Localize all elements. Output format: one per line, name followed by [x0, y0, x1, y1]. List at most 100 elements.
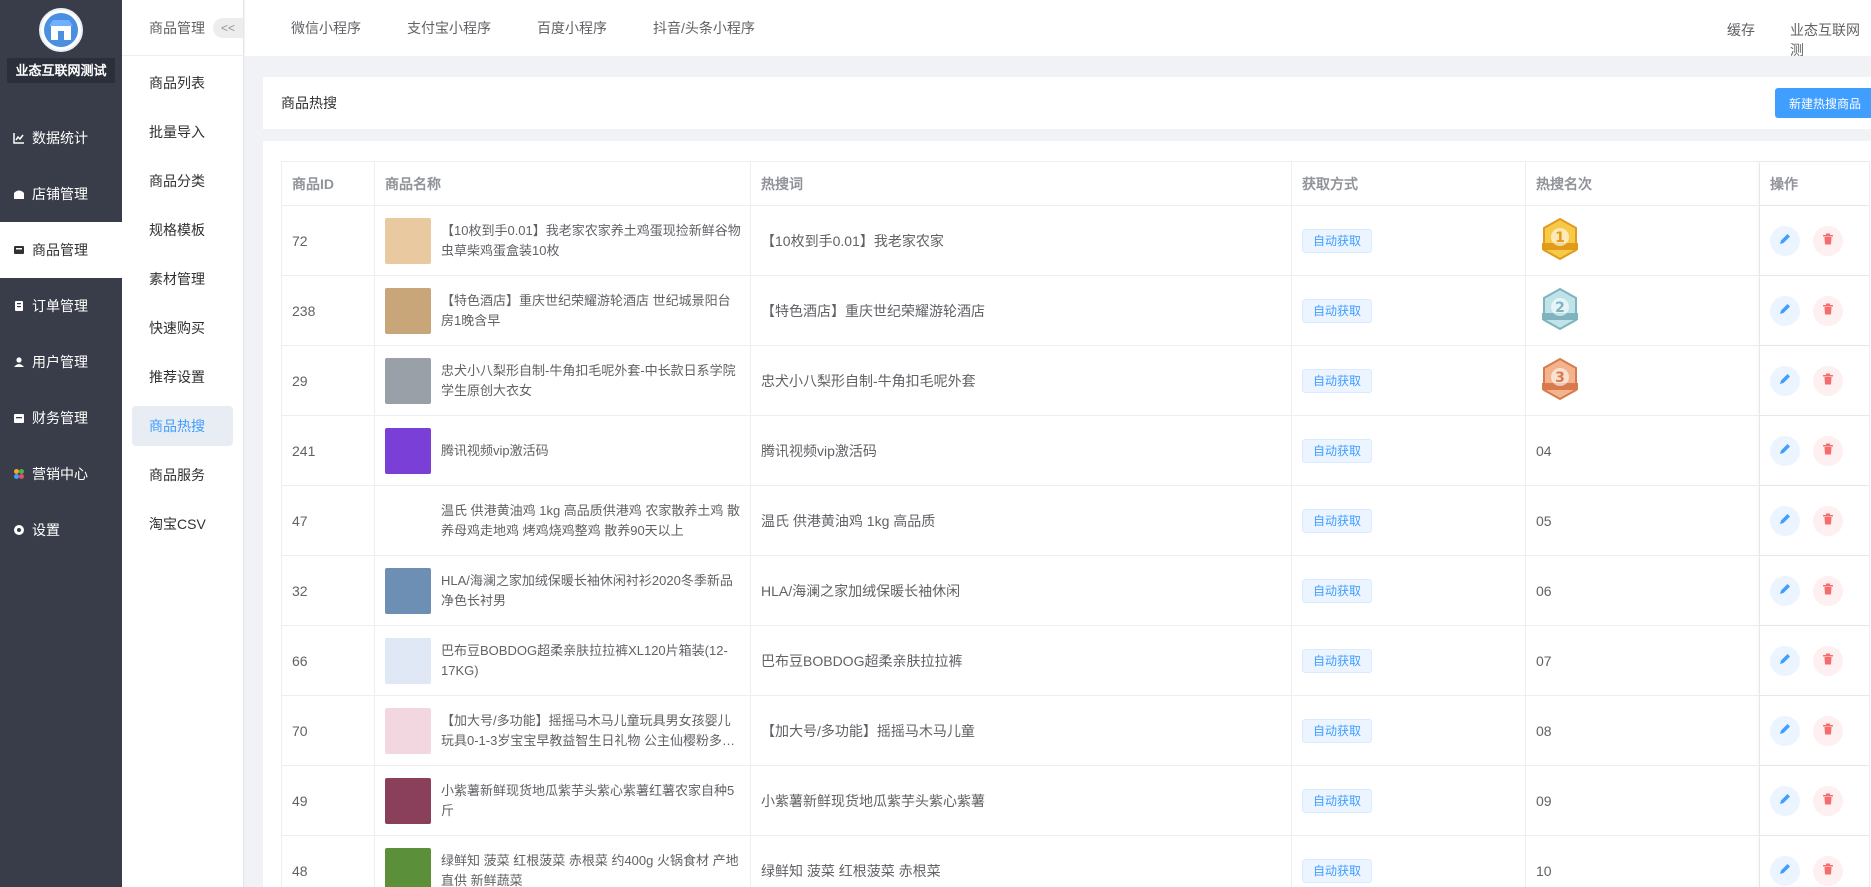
goods-id: 72 [282, 206, 375, 275]
pencil-icon [1778, 652, 1792, 669]
sidebar-item-label: 订单管理 [32, 298, 88, 314]
edit-button[interactable] [1770, 575, 1800, 606]
rank-cell: 1 [1526, 206, 1760, 275]
delete-button[interactable] [1813, 435, 1843, 466]
top-tab-3[interactable]: 抖音/头条小程序 [653, 18, 755, 38]
goods-name-cell: HLA/海澜之家加绒保暖长袖休闲衬衫2020冬季新品净色长衬男 [375, 556, 751, 625]
top-tab-2[interactable]: 百度小程序 [537, 18, 607, 38]
sidebar-item-3[interactable]: 订单管理 [0, 278, 122, 334]
rank-cell: 2 [1526, 276, 1760, 345]
goods-thumbnail [385, 707, 431, 754]
edit-button[interactable] [1770, 225, 1800, 256]
sidebar-item-1[interactable]: 店铺管理 [0, 166, 122, 222]
rank-cell: 09 [1526, 766, 1760, 835]
method-tag: 自动获取 [1302, 508, 1373, 533]
hot-keyword: 【特色酒店】重庆世纪荣耀游轮酒店 [751, 276, 1292, 345]
goods-id: 48 [282, 836, 375, 887]
chart-icon [12, 132, 26, 144]
table-row: 49 小紫薯新鲜现货地瓜紫芋头紫心紫薯红薯农家自种5斤 小紫薯新鲜现货地瓜紫芋头紫心… [281, 766, 1870, 836]
edit-button[interactable] [1770, 435, 1800, 466]
delete-button[interactable] [1813, 645, 1843, 676]
sidebar-item-6[interactable]: 营销中心 [0, 446, 122, 502]
page-header: 商品热搜 [263, 77, 1871, 129]
submenu-item-6[interactable]: 推荐设置 [132, 357, 233, 397]
method-cell: 自动获取 [1292, 556, 1526, 625]
header-keyword: 热搜词 [751, 162, 1292, 205]
delete-button[interactable] [1813, 295, 1843, 326]
pencil-icon [1778, 372, 1792, 389]
trash-icon [1821, 442, 1835, 459]
pencil-icon [1778, 442, 1792, 459]
delete-button[interactable] [1813, 225, 1843, 256]
goods-name-cell: 【特色酒店】重庆世纪荣耀游轮酒店 世纪城景阳台房1晚含早 [375, 276, 751, 345]
edit-button[interactable] [1770, 855, 1800, 886]
submenu-item-8[interactable]: 商品服务 [132, 455, 233, 495]
top-tab-1[interactable]: 支付宝小程序 [407, 18, 491, 38]
submenu-item-3[interactable]: 规格模板 [132, 210, 233, 250]
goods-id: 47 [282, 486, 375, 555]
submenu-item-0[interactable]: 商品列表 [132, 63, 233, 103]
trash-icon [1821, 232, 1835, 249]
delete-button[interactable] [1813, 365, 1843, 396]
actions-cell [1760, 696, 1870, 765]
goods-thumbnail [385, 287, 431, 334]
top-tab-0[interactable]: 微信小程序 [291, 18, 361, 38]
goods-id: 70 [282, 696, 375, 765]
sidebar-item-0[interactable]: 数据统计 [0, 110, 122, 166]
table-row: 29 忠犬小八梨形自制-牛角扣毛呢外套-中长款日系学院学生原创大衣女 忠犬小八梨形自… [281, 346, 1870, 416]
collapse-button[interactable]: << [213, 18, 243, 38]
edit-button[interactable] [1770, 505, 1800, 536]
pencil-icon [1778, 232, 1792, 249]
delete-button[interactable] [1813, 715, 1843, 746]
submenu-title: 商品管理 << [122, 0, 243, 56]
method-tag: 自动获取 [1302, 648, 1373, 673]
new-hot-search-button[interactable]: 新建热搜商品 [1775, 88, 1871, 118]
goods-name-cell: 忠犬小八梨形自制-牛角扣毛呢外套-中长款日系学院学生原创大衣女 [375, 346, 751, 415]
sidebar-item-4[interactable]: 用户管理 [0, 334, 122, 390]
sidebar-item-7[interactable]: 设置 [0, 502, 122, 558]
header-actions: 操作 [1760, 162, 1870, 205]
table-header: 商品ID 商品名称 热搜词 获取方式 热搜名次 操作 [281, 161, 1870, 206]
goods-name: 【特色酒店】重庆世纪荣耀游轮酒店 世纪城景阳台房1晚含早 [441, 292, 731, 328]
delete-button[interactable] [1813, 575, 1843, 606]
sidebar-item-2[interactable]: 商品管理 [0, 222, 122, 278]
edit-button[interactable] [1770, 785, 1800, 816]
delete-button[interactable] [1813, 785, 1843, 816]
actions-cell [1760, 276, 1870, 345]
submenu-item-7[interactable]: 商品热搜 [132, 406, 233, 446]
rank-cell: 08 [1526, 696, 1760, 765]
submenu-item-9[interactable]: 淘宝CSV [132, 504, 233, 544]
delete-button[interactable] [1813, 855, 1843, 886]
submenu-item-2[interactable]: 商品分类 [132, 161, 233, 201]
svg-text:3: 3 [1555, 370, 1565, 386]
finance-icon [12, 412, 26, 424]
submenu-item-4[interactable]: 素材管理 [132, 259, 233, 299]
header-id: 商品ID [282, 162, 375, 205]
rank-cell: 06 [1526, 556, 1760, 625]
sidebar-item-5[interactable]: 财务管理 [0, 390, 122, 446]
goods-name-cell: 绿鲜知 菠菜 红根菠菜 赤根菜 约400g 火锅食材 产地直供 新鲜蔬菜 [375, 836, 751, 887]
sidebar-item-label: 财务管理 [32, 410, 88, 426]
edit-button[interactable] [1770, 365, 1800, 396]
header-rank: 热搜名次 [1526, 162, 1760, 205]
edit-button[interactable] [1770, 715, 1800, 746]
cache-link[interactable]: 缓存 [1727, 20, 1755, 40]
svg-text:1: 1 [1555, 230, 1565, 246]
edit-button[interactable] [1770, 645, 1800, 676]
method-cell: 自动获取 [1292, 766, 1526, 835]
account-name[interactable]: 业态互联网测 [1790, 20, 1871, 60]
method-cell: 自动获取 [1292, 276, 1526, 345]
delete-button[interactable] [1813, 505, 1843, 536]
goods-thumbnail [385, 357, 431, 404]
submenu-item-5[interactable]: 快速购买 [132, 308, 233, 348]
hot-keyword: HLA/海澜之家加绒保暖长袖休闲 [751, 556, 1292, 625]
sidebar-item-label: 商品管理 [32, 242, 88, 258]
main-sidebar: 业态互联网测试 数据统计 店铺管理 商品管理 订单管理 用户管理 财务管理 营销中心 设置 [0, 0, 122, 887]
submenu-item-1[interactable]: 批量导入 [132, 112, 233, 152]
goods-id: 29 [282, 346, 375, 415]
sidebar-item-label: 营销中心 [32, 466, 88, 482]
trash-icon [1821, 862, 1835, 879]
table-row: 48 绿鲜知 菠菜 红根菠菜 赤根菜 约400g 火锅食材 产地直供 新鲜蔬菜 绿鲜… [281, 836, 1870, 887]
trash-icon [1821, 512, 1835, 529]
edit-button[interactable] [1770, 295, 1800, 326]
